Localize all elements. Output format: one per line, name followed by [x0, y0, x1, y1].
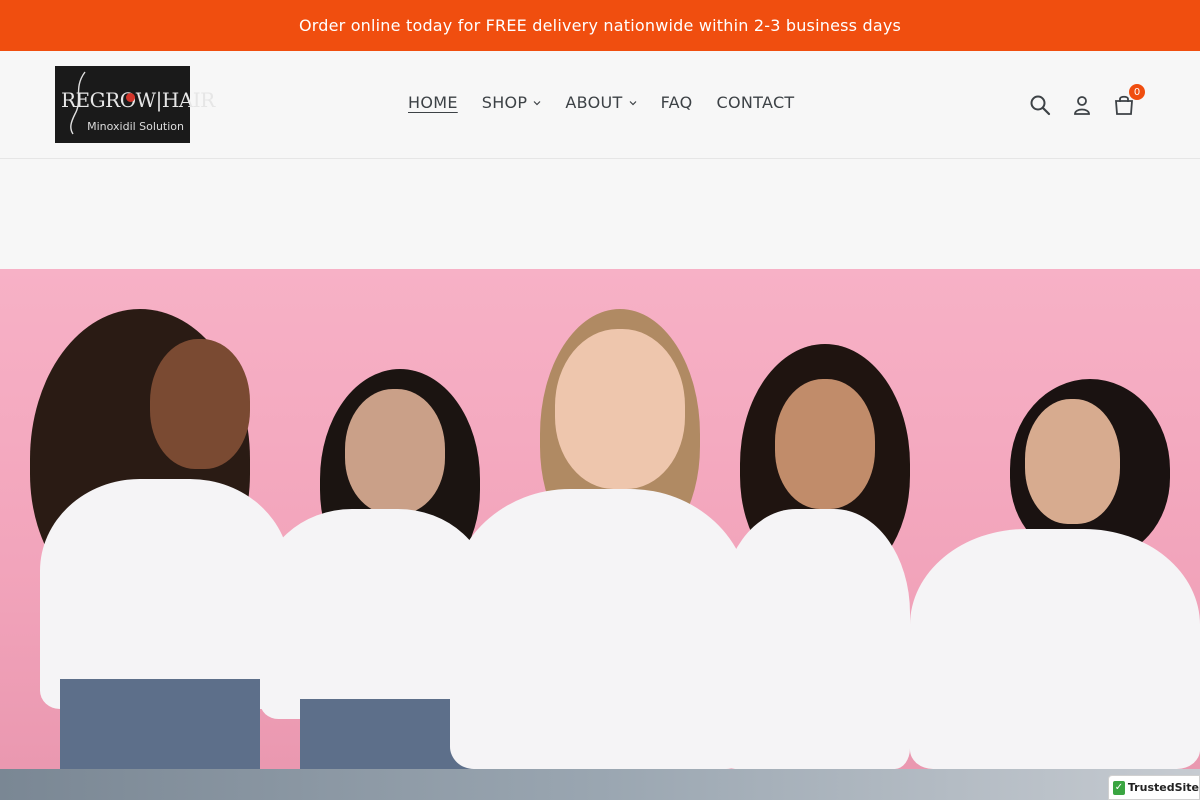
nav-contact[interactable]: CONTACT [717, 93, 795, 112]
trustedsite-label: TrustedSite [1127, 781, 1199, 794]
next-section-image: ✓ TrustedSite [0, 769, 1200, 800]
search-icon [1030, 95, 1051, 116]
chevron-down-icon [629, 100, 637, 105]
nav-home-label: HOME [408, 93, 458, 112]
chevron-down-icon [533, 100, 541, 105]
site-header: REGROW|HAIR Minoxidil Solution HOME SHOP… [0, 51, 1200, 159]
nav-shop[interactable]: SHOP [482, 93, 542, 112]
nav-about[interactable]: ABOUT [565, 93, 637, 112]
logo[interactable]: REGROW|HAIR Minoxidil Solution [55, 66, 215, 143]
cart-count-badge: 0 [1129, 84, 1145, 100]
header-icons: 0 [1028, 84, 1145, 117]
logo-subtext: Minoxidil Solution [87, 120, 184, 133]
nav-about-label: ABOUT [565, 93, 623, 112]
nav-faq-label: FAQ [660, 93, 693, 112]
user-icon [1074, 96, 1090, 115]
nav-shop-label: SHOP [481, 93, 528, 112]
check-icon: ✓ [1113, 780, 1125, 795]
nav-home[interactable]: HOME [408, 93, 458, 112]
nav-faq[interactable]: FAQ [661, 93, 693, 112]
logo-dot [126, 93, 135, 102]
cart-button[interactable]: 0 [1112, 84, 1145, 117]
announcement-bar: Order online today for FREE delivery nat… [0, 0, 1200, 51]
main-nav: HOME SHOP ABOUT FAQ CONTACT [408, 93, 795, 112]
search-button[interactable] [1028, 93, 1052, 117]
logo-text: REGROW|HAIR [61, 88, 215, 112]
trustedsite-badge[interactable]: ✓ TrustedSite [1108, 775, 1200, 800]
hero-image [0, 269, 1200, 769]
nav-contact-label: CONTACT [716, 93, 795, 112]
announcement-text: Order online today for FREE delivery nat… [298, 16, 902, 35]
account-button[interactable] [1070, 93, 1094, 117]
